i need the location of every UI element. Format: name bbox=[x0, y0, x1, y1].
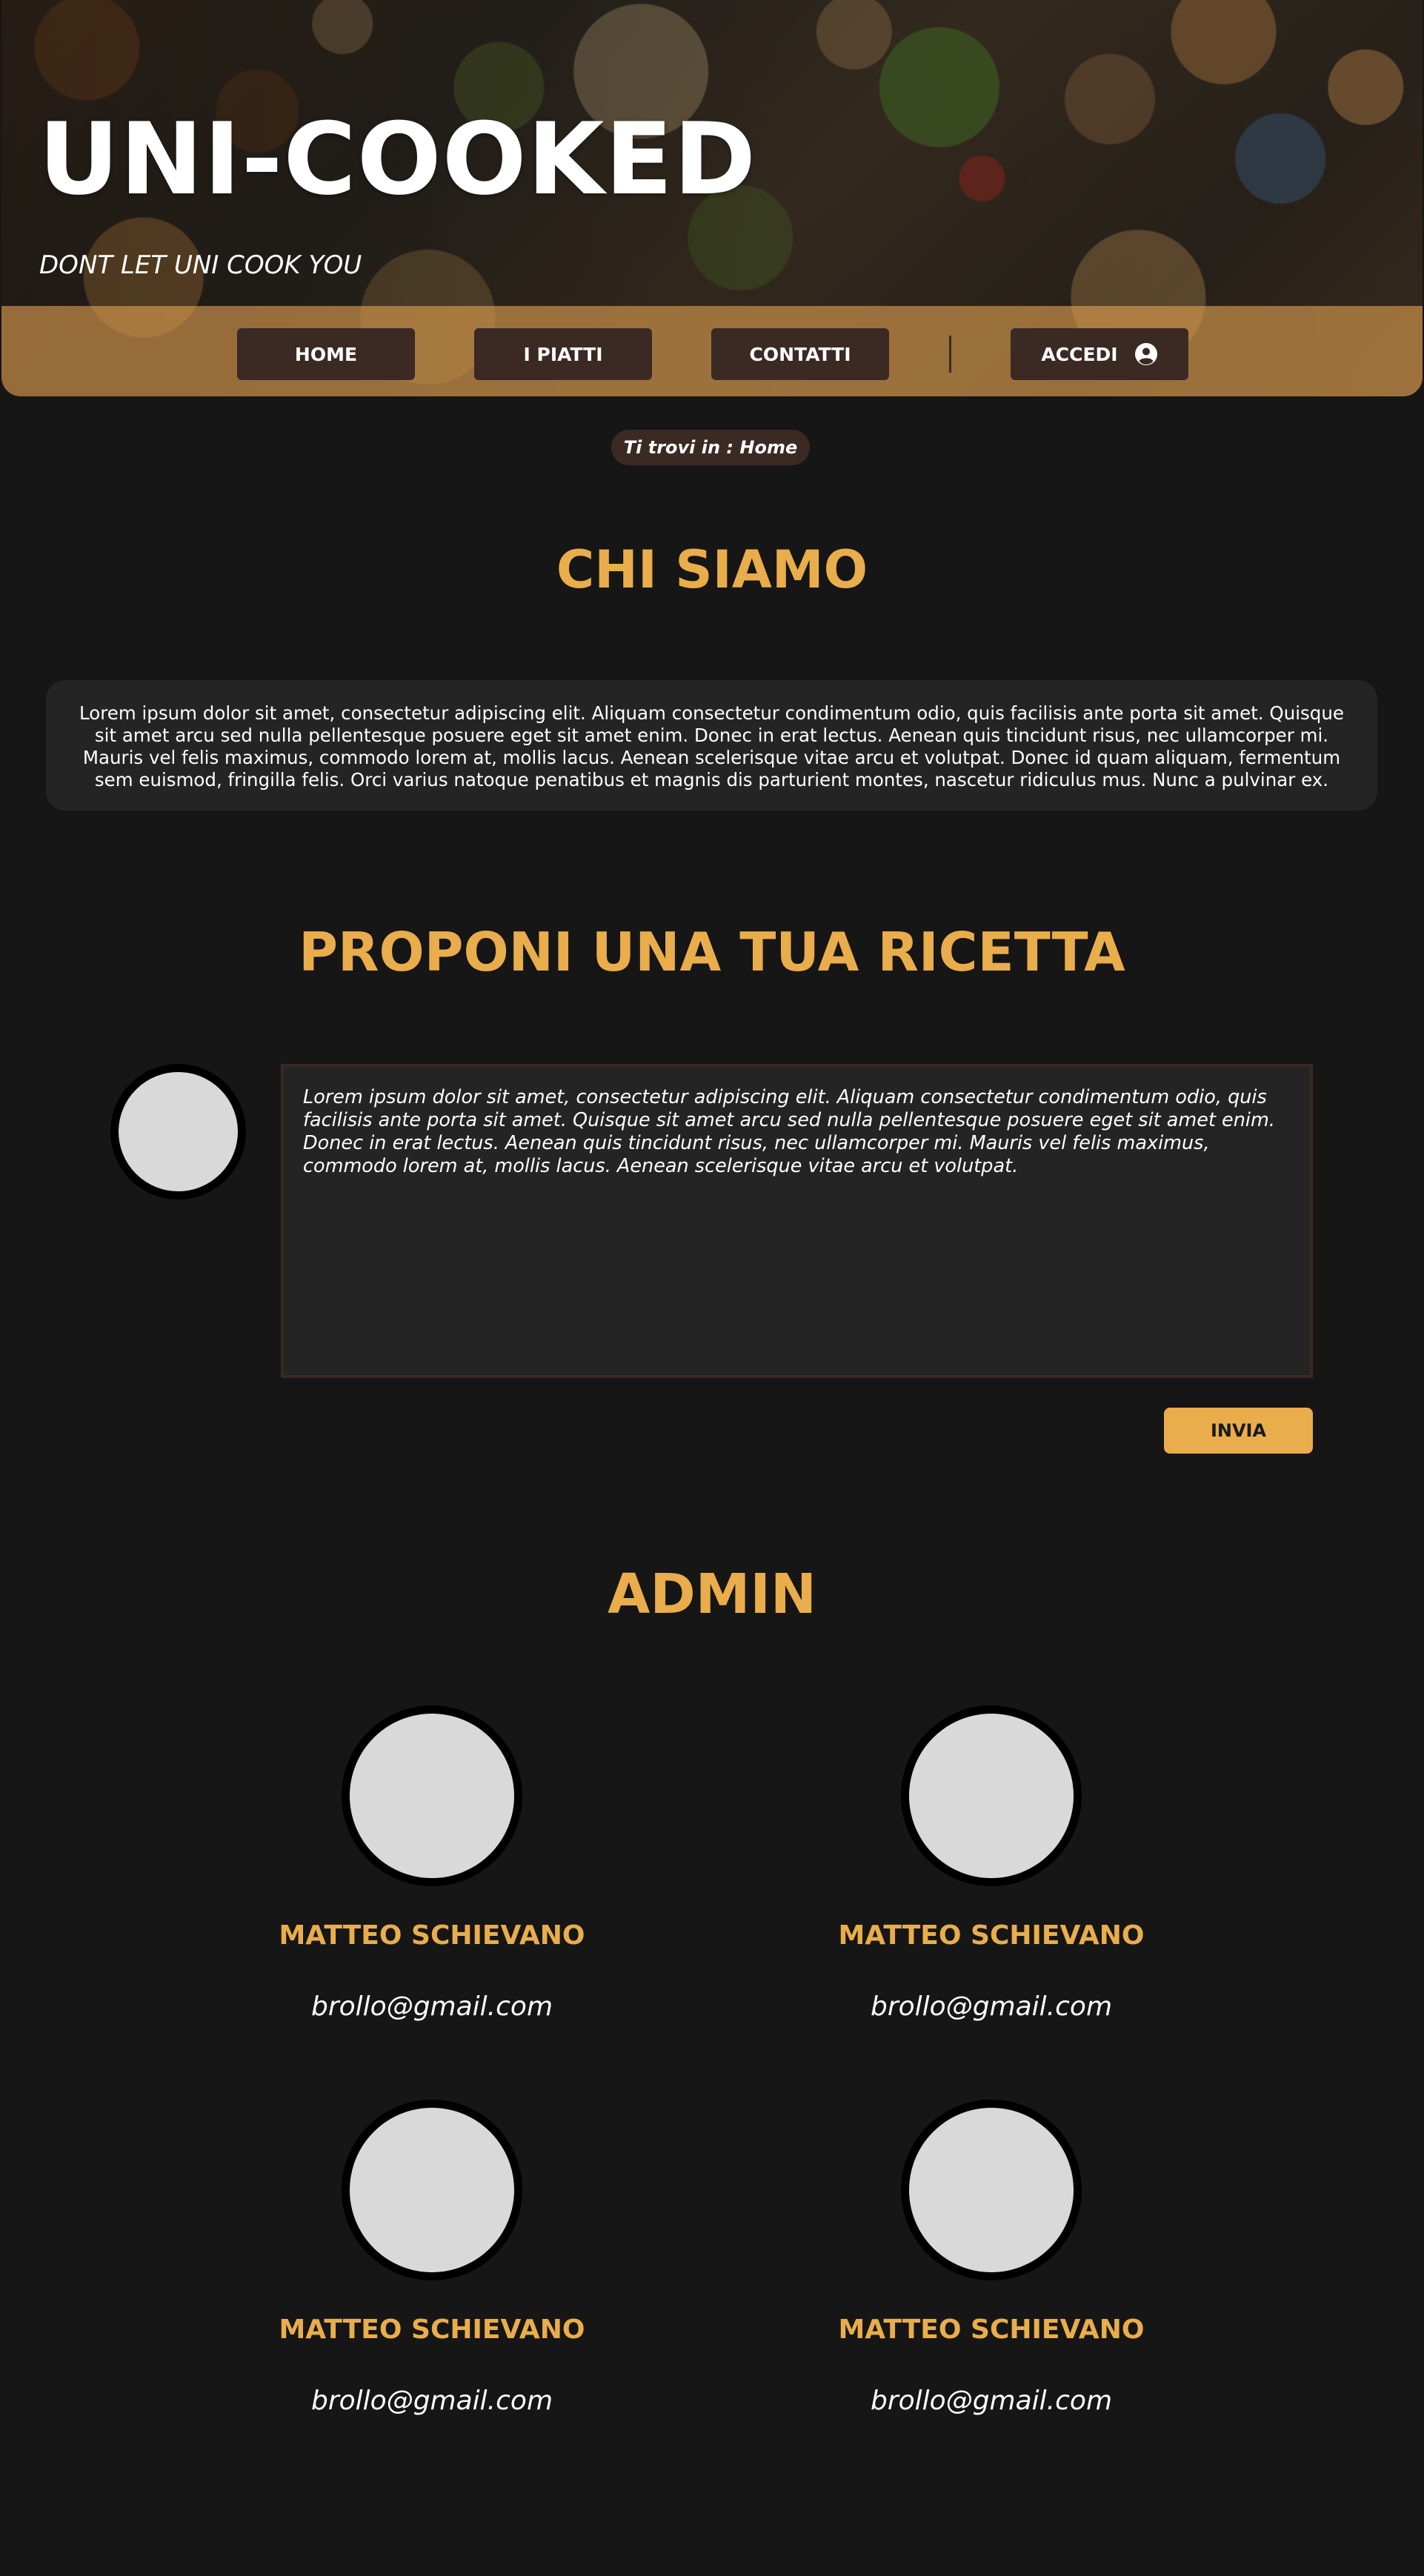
user-circle-icon bbox=[1134, 342, 1158, 366]
nav-contacts-button[interactable]: CONTATTI bbox=[711, 328, 889, 380]
main-navbar: HOME I PIATTI CONTATTI ACCEDI bbox=[1, 306, 1423, 396]
recipe-title: PROPONI UNA TUA RICETTA bbox=[299, 921, 1125, 983]
admin-avatar bbox=[901, 1705, 1082, 1886]
admin-name: MATTEO SCHIEVANO bbox=[279, 1920, 585, 1951]
admin-avatar bbox=[342, 2100, 522, 2280]
hero-banner: UNI-COOKED DONT LET UNI COOK YOU HOME I … bbox=[1, 0, 1423, 396]
admin-email[interactable]: brollo@gmail.com bbox=[262, 2386, 602, 2416]
nav-home-button[interactable]: HOME bbox=[237, 328, 415, 380]
admin-name: MATTEO SCHIEVANO bbox=[279, 2314, 585, 2345]
about-title: CHI SIAMO bbox=[556, 539, 868, 600]
admin-title: ADMIN bbox=[608, 1562, 816, 1626]
breadcrumb: Ti trovi in : Home bbox=[611, 430, 810, 465]
recipe-user-avatar bbox=[110, 1064, 246, 1199]
nav-divider bbox=[949, 336, 951, 373]
site-tagline: DONT LET UNI COOK YOU bbox=[39, 250, 362, 280]
admin-avatar bbox=[901, 2100, 1082, 2280]
admin-email[interactable]: brollo@gmail.com bbox=[821, 2386, 1162, 2416]
nav-login-button[interactable]: ACCEDI bbox=[1011, 328, 1188, 380]
admin-email[interactable]: brollo@gmail.com bbox=[821, 1991, 1162, 2022]
nav-login-label: ACCEDI bbox=[1041, 343, 1118, 365]
nav-dishes-button[interactable]: I PIATTI bbox=[474, 328, 652, 380]
submit-recipe-button[interactable]: INVIA bbox=[1164, 1408, 1313, 1454]
about-text: Lorem ipsum dolor sit amet, consectetur … bbox=[46, 680, 1377, 811]
recipe-textarea[interactable]: Lorem ipsum dolor sit amet, consectetur … bbox=[281, 1064, 1313, 1378]
admin-email[interactable]: brollo@gmail.com bbox=[262, 1991, 602, 2022]
site-title: UNI-COOKED bbox=[39, 101, 757, 217]
admin-name: MATTEO SCHIEVANO bbox=[838, 1920, 1145, 1951]
admin-avatar bbox=[342, 1705, 522, 1886]
admin-name: MATTEO SCHIEVANO bbox=[838, 2314, 1145, 2345]
